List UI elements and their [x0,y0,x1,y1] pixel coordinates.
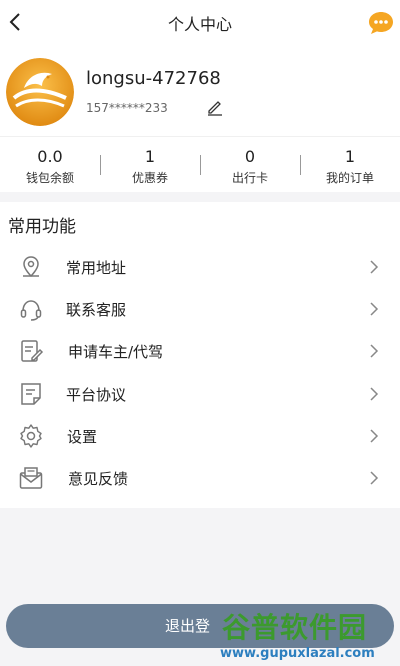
watermark-url: www.gupuxlazal.com [220,646,375,661]
stats-row: 0.0 钱包余额 1 优惠券 0 出行卡 1 我的订单 [0,136,400,192]
stat-orders[interactable]: 1 我的订单 [300,137,400,192]
menu-item-feedback[interactable]: 意见反馈 [0,457,400,499]
stat-value: 0.0 [37,147,63,166]
menu-label: 联系客服 [66,301,127,319]
username: longsu-472768 [86,68,221,89]
stat-value: 1 [344,147,356,166]
menu-item-address[interactable]: 常用地址 [0,246,400,288]
chat-button[interactable] [368,10,394,36]
chevron-right-icon [370,471,379,485]
site-watermark: 谷普软件园 www.gupuxlazal.com [218,604,400,666]
page-title: 个人中心 [167,15,232,34]
document-icon [21,383,41,405]
top-navbar: 个人中心 [0,0,400,46]
menu-label: 意见反馈 [68,470,129,488]
stat-value: 0 [244,147,256,166]
edit-profile-button[interactable] [206,98,224,116]
stat-label: 出行卡 [231,171,268,185]
pencil-icon [208,101,222,116]
stat-value: 1 [144,147,156,166]
stat-label: 钱包余额 [25,171,74,185]
dragon-logo-icon [6,58,74,126]
headset-icon [20,300,42,321]
menu-label: 常用地址 [66,259,127,277]
chevron-right-icon [370,429,379,443]
gear-icon [20,424,42,448]
common-functions-section: 常用功能 常用地址 联系客服 申请车主/代驾 平台协议 设置 意见反馈 [0,202,400,508]
chat-bubble-icon [369,12,393,34]
stat-travel-card[interactable]: 0 出行卡 [200,137,300,192]
menu-label: 申请车主/代驾 [68,343,164,361]
menu-label: 平台协议 [66,386,127,404]
avatar[interactable] [6,58,74,126]
section-title: 常用功能 [8,217,76,237]
profile-card: longsu-472768 157******233 [0,46,400,136]
menu-item-platform-agreement[interactable]: 平台协议 [0,373,400,415]
stat-wallet[interactable]: 0.0 钱包余额 [0,137,100,192]
chevron-right-icon [370,344,379,358]
watermark-title: 谷普软件园 [222,611,368,644]
menu-item-settings[interactable]: 设置 [0,415,400,457]
location-pin-icon [23,256,39,278]
menu-item-apply-driver[interactable]: 申请车主/代驾 [0,330,400,372]
edit-document-icon [21,340,44,362]
feedback-envelope-icon [19,467,43,489]
chevron-right-icon [370,260,379,274]
menu-item-customer-service[interactable]: 联系客服 [0,288,400,330]
stat-coupons[interactable]: 1 优惠券 [100,137,200,192]
chevron-right-icon [370,387,379,401]
logout-label: 退出登 [165,617,211,635]
stat-label: 我的订单 [325,171,374,185]
stat-label: 优惠券 [131,171,168,185]
chevron-right-icon [370,302,379,316]
menu-label: 设置 [67,428,98,446]
phone-number: 157******233 [86,101,168,115]
